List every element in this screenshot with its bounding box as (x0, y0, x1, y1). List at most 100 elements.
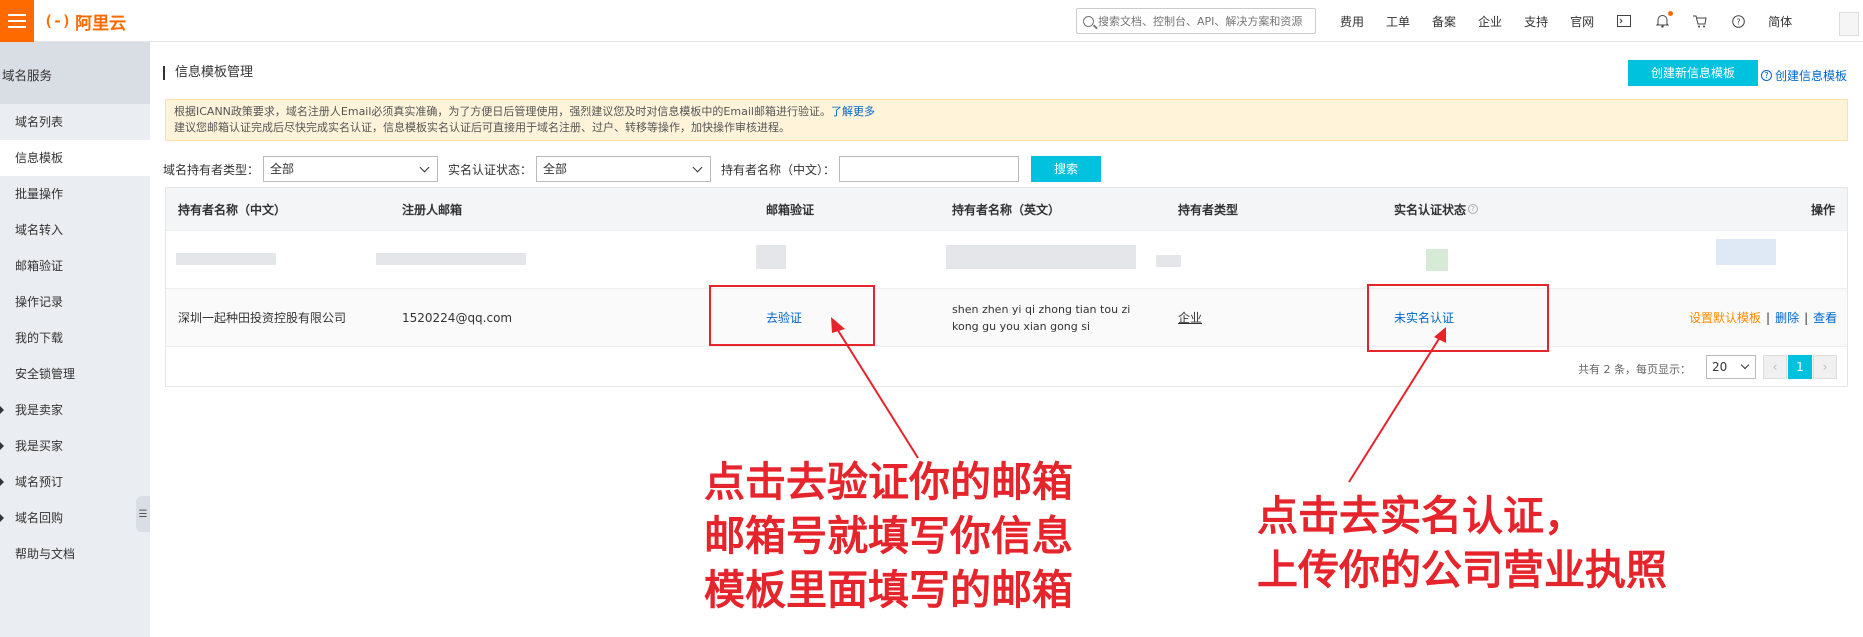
sidebar-item-seller[interactable]: 我是卖家 (0, 392, 150, 428)
page-title: 信息模板管理 (163, 66, 253, 80)
annotation-left: 点击去验证你的邮箱 邮箱号就填写你信息 模板里面填写的邮箱 (704, 455, 1073, 617)
annotation-left-line2: 邮箱号就填写你信息 (704, 512, 1073, 560)
chevron-down-icon (419, 162, 430, 173)
sidebar-item-label: 域名列表 (15, 115, 64, 129)
sidebar-item-help[interactable]: 帮助与文档 (0, 536, 150, 572)
sidebar-item-label: 帮助与文档 (15, 547, 76, 561)
chevron-down-icon (692, 162, 703, 173)
notification-dot (1668, 11, 1674, 16)
set-default-template-link[interactable]: 设置默认模板 (1689, 309, 1761, 326)
sidebar-item-preorder[interactable]: 域名预订 (0, 464, 150, 500)
chevron-down-icon (1740, 360, 1750, 370)
redacted-block (1426, 249, 1448, 271)
sidebar-item-label: 我是买家 (15, 439, 64, 453)
holder-type-value[interactable]: 企业 (1178, 289, 1202, 346)
top-bar: (-) 阿里云 费用 工单 备案 企业 支持 官网 ? 简体 (0, 0, 1863, 42)
template-table: 持有者名称（中文） 注册人邮箱 邮箱验证 持有者名称（英文） 持有者类型 实名认… (165, 187, 1848, 387)
view-link[interactable]: 查看 (1813, 309, 1837, 326)
caret-right-icon (0, 406, 4, 414)
highlight-realname-status (1367, 284, 1549, 352)
nav-ticket[interactable]: 工单 (1386, 13, 1410, 30)
logo-text: 阿里云 (75, 13, 127, 34)
question-icon[interactable]: ? (1468, 204, 1479, 214)
nav-icp[interactable]: 备案 (1432, 13, 1456, 30)
annotation-right-line2: 上传你的公司营业执照 (1257, 546, 1667, 594)
sidebar-item-downloads[interactable]: 我的下载 (0, 320, 150, 356)
col-holder-cn: 持有者名称（中文） (178, 202, 287, 217)
op-separator: | (1804, 310, 1809, 325)
next-page-button[interactable]: › (1813, 355, 1837, 379)
sidebar-item-buyback[interactable]: 域名回购 (0, 500, 150, 536)
nav-billing[interactable]: 费用 (1340, 13, 1364, 30)
sidebar-item-security-lock[interactable]: 安全锁管理 (0, 356, 150, 392)
nav-support[interactable]: 支持 (1524, 13, 1548, 30)
sidebar-item-batch[interactable]: 批量操作 (0, 176, 150, 212)
bell-icon[interactable] (1654, 11, 1674, 29)
sidebar-item-label: 我是卖家 (15, 403, 64, 417)
global-search[interactable] (1076, 8, 1316, 34)
sidebar-item-transfer-in[interactable]: 域名转入 (0, 212, 150, 248)
create-template-button[interactable]: 创建新信息模板 (1628, 60, 1758, 86)
page-size-value: 20 (1712, 360, 1728, 374)
prev-page-button[interactable]: ‹ (1763, 355, 1787, 379)
top-nav: 费用 工单 备案 企业 支持 官网 ? 简体 (1340, 0, 1814, 42)
page-size-select[interactable]: 20 (1706, 355, 1756, 379)
notice-text-2: 建议您邮箱认证完成后尽快完成实名认证，信息模板实名认证后可直接用于域名注册、过户… (174, 121, 790, 134)
redacted-block (1156, 255, 1181, 267)
sidebar-item-label: 安全锁管理 (15, 367, 76, 381)
cart-icon[interactable] (1692, 13, 1708, 29)
holder-name-input[interactable] (839, 156, 1020, 182)
annotation-right: 点击去实名认证， 上传你的公司营业执照 (1257, 489, 1667, 597)
global-search-input[interactable] (1098, 14, 1308, 28)
registrant-email: 1520224@qq.com (402, 310, 513, 325)
redacted-block (376, 253, 526, 265)
realname-status-select[interactable]: 全部 (536, 156, 712, 182)
svg-text:?: ? (1736, 17, 1740, 26)
redacted-block (946, 245, 1136, 269)
terminal-icon[interactable] (1616, 13, 1632, 29)
col-email-verify: 邮箱验证 (766, 202, 815, 217)
pager-info: 共有 2 条，每页显示： (1578, 363, 1691, 376)
question-icon: ? (1761, 70, 1772, 81)
nav-language[interactable]: 简体 (1768, 13, 1792, 30)
sidebar-item-domain-list[interactable]: 域名列表 (0, 104, 150, 140)
annotation-left-line3: 模板里面填写的邮箱 (704, 566, 1073, 614)
holder-name-en-line2: kong gu you xian gong si (952, 319, 1091, 333)
sidebar-item-info-template[interactable]: 信息模板 (0, 140, 150, 176)
delete-link[interactable]: 删除 (1775, 309, 1799, 326)
learn-more-link[interactable]: 了解更多 (831, 105, 875, 118)
sidebar-item-label: 域名预订 (15, 475, 64, 489)
create-help-label: 创建信息模板 (1775, 69, 1848, 83)
menu-icon[interactable] (0, 0, 34, 42)
highlight-email-verify (709, 285, 875, 346)
notice-text-1: 根据ICANN政策要求，域名注册人Email必须真实准确，为了方便日后管理使用，… (174, 105, 831, 118)
aliyun-logo[interactable]: (-) 阿里云 (44, 10, 127, 34)
col-realname-status: 实名认证状态? (1394, 188, 1479, 230)
annotation-right-line1: 点击去实名认证， (1257, 492, 1585, 540)
page-1-button[interactable]: 1 (1788, 355, 1812, 379)
nav-website[interactable]: 官网 (1570, 13, 1594, 30)
search-button[interactable]: 搜索 (1031, 156, 1102, 182)
notice-banner: 根据ICANN政策要求，域名注册人Email必须真实准确，为了方便日后管理使用，… (165, 99, 1848, 141)
create-template-help-link[interactable]: ? 创建信息模板 (1761, 67, 1847, 84)
sidebar-item-label: 批量操作 (15, 187, 64, 201)
sidebar-item-email-verify[interactable]: 邮箱验证 (0, 248, 150, 284)
annotation-left-line1: 点击去验证你的邮箱 (704, 458, 1073, 506)
sidebar: 域名服务 域名列表 信息模板 批量操作 域名转入 邮箱验证 操作记录 我的下载 … (0, 42, 150, 637)
caret-right-icon (0, 478, 4, 486)
col-email: 注册人邮箱 (402, 202, 463, 217)
sidebar-collapse-icon[interactable]: ☰ (136, 496, 150, 532)
user-avatar[interactable] (1839, 12, 1859, 36)
filter-bar: 域名持有者类型： 全部 实名认证状态： 全部 持有者名称（中文）： 搜索 (163, 156, 1102, 182)
redacted-block (756, 245, 786, 269)
sidebar-item-op-log[interactable]: 操作记录 (0, 284, 150, 320)
logo-mark: (-) (44, 12, 72, 30)
col-holder-type: 持有者类型 (1178, 202, 1239, 217)
nav-enterprise[interactable]: 企业 (1478, 13, 1502, 30)
table-row: 深圳一起种田投资控股有限公司 1520224@qq.com 去验证 shen z… (166, 288, 1847, 346)
sidebar-item-buyer[interactable]: 我是买家 (0, 428, 150, 464)
help-icon[interactable]: ? (1730, 13, 1746, 29)
sidebar-item-label: 我的下载 (15, 331, 64, 345)
holder-type-value: 全部 (270, 162, 295, 176)
holder-type-select[interactable]: 全部 (263, 156, 439, 182)
